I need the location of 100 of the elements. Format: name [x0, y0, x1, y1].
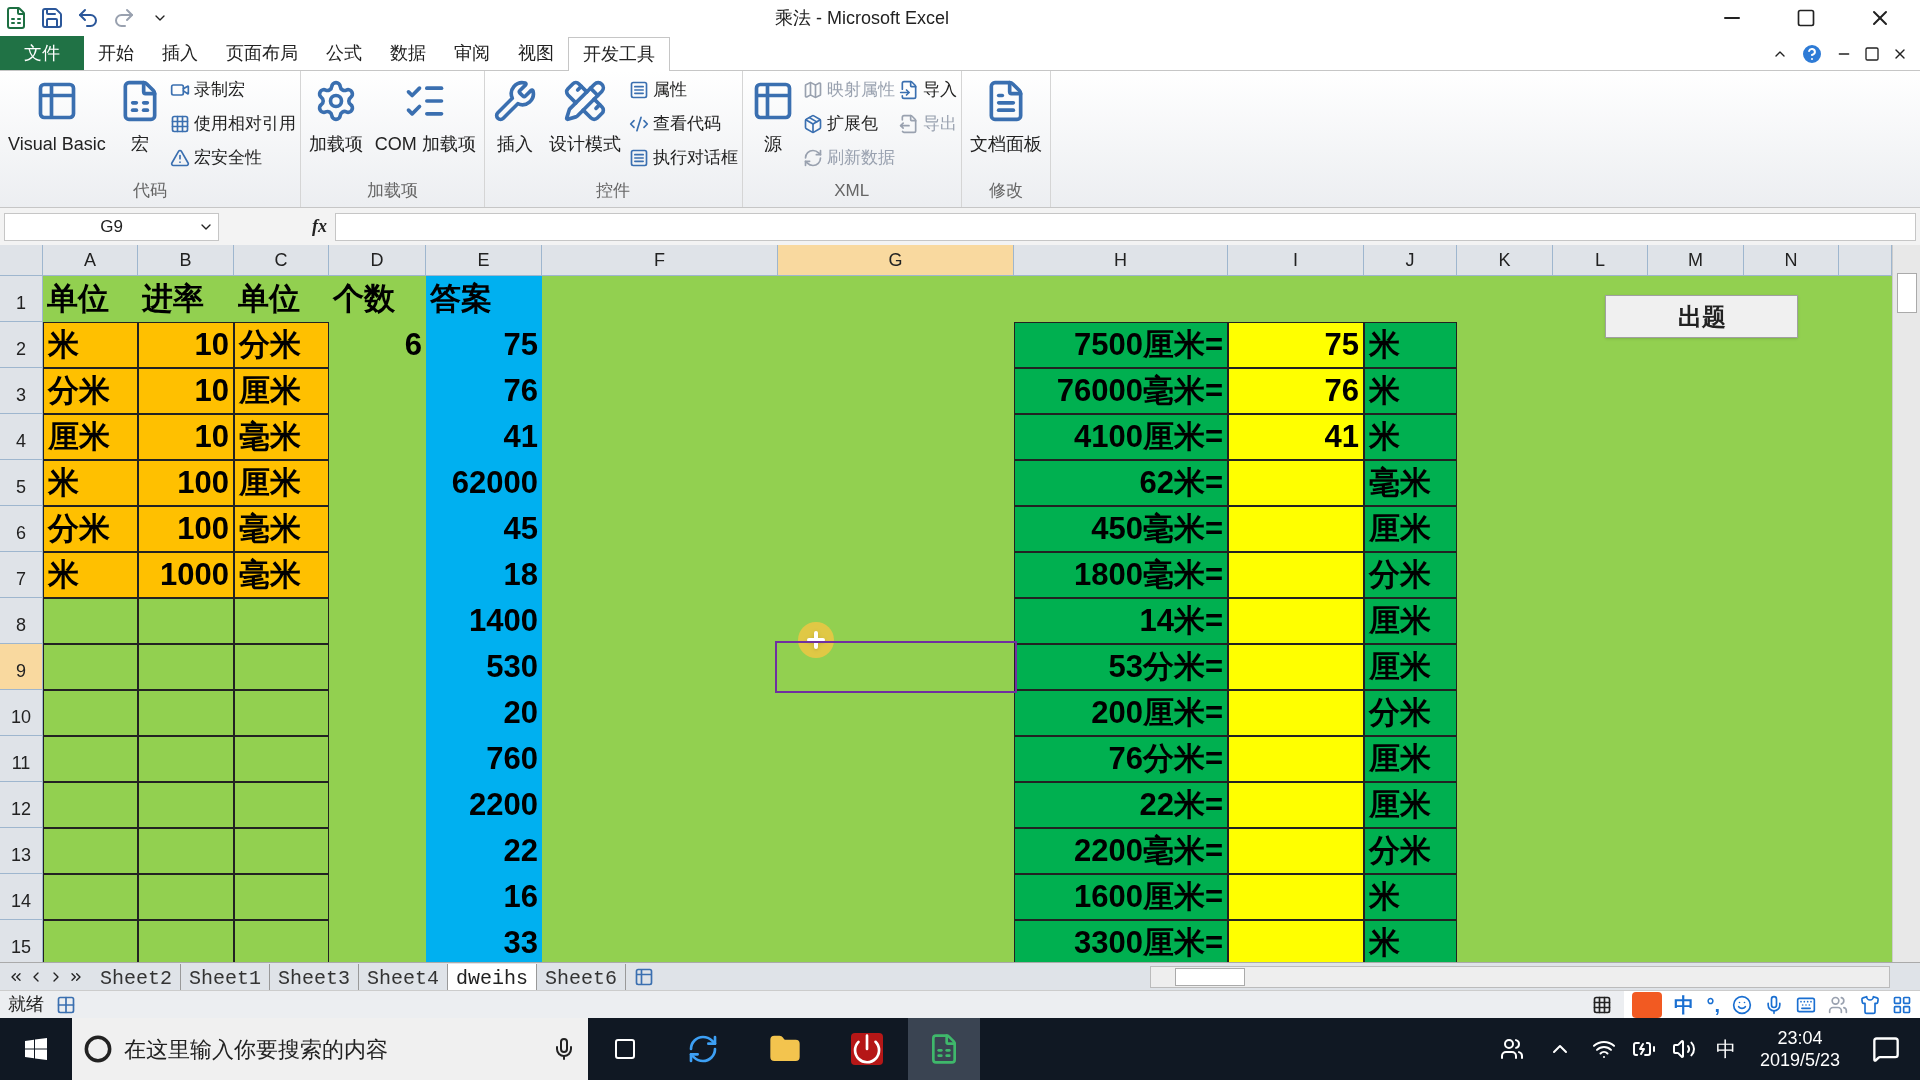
ribbon-tab[interactable]: 开发工具: [568, 37, 670, 71]
horizontal-scrollbar[interactable]: [1150, 965, 1890, 988]
column-header[interactable]: I: [1228, 245, 1364, 276]
file-tab[interactable]: 文件: [0, 36, 84, 70]
table-cell: 33: [426, 920, 542, 962]
shirt-icon[interactable]: [1860, 994, 1880, 1015]
redo-icon[interactable]: [112, 6, 136, 30]
column-header[interactable]: N: [1744, 245, 1839, 276]
ribbon-small-button[interactable]: 录制宏: [169, 75, 296, 105]
column-header[interactable]: A: [43, 245, 138, 276]
row-header[interactable]: 5: [0, 460, 43, 506]
column-header[interactable]: B: [138, 245, 234, 276]
ribbon-tab[interactable]: 公式: [312, 36, 376, 70]
column-header[interactable]: C: [234, 245, 329, 276]
selected-cell[interactable]: [778, 644, 1014, 690]
sheet-tab[interactable]: Sheet1: [181, 963, 271, 990]
table-cell: 厘米: [234, 368, 329, 414]
normal-view-icon[interactable]: [1592, 994, 1613, 1015]
ribbon-tab[interactable]: 数据: [376, 36, 440, 70]
search-field[interactable]: 在这里输入你要搜索的内容: [124, 1032, 540, 1066]
refresh-icon: [802, 148, 823, 168]
name-box[interactable]: G9: [4, 212, 219, 241]
ime-logo-icon[interactable]: [1632, 991, 1663, 1018]
sheet-tab[interactable]: Sheet6: [537, 963, 627, 990]
input-method-indicator[interactable]: 中: [1715, 1034, 1736, 1064]
ribbon-small-button[interactable]: 导入: [898, 75, 957, 105]
ribbon-button[interactable]: Visual Basic: [4, 75, 110, 158]
task-view-icon[interactable]: [613, 1037, 637, 1061]
sheet-tab[interactable]: Sheet2: [92, 963, 181, 990]
row-header[interactable]: 9: [0, 644, 43, 690]
column-header[interactable]: E: [426, 245, 542, 276]
row-header[interactable]: 12: [0, 782, 43, 828]
ribbon-tab[interactable]: 视图: [504, 36, 568, 70]
ribbon-tab[interactable]: 插入: [148, 36, 212, 70]
row-header[interactable]: 3: [0, 368, 43, 414]
fx-label[interactable]: fx: [227, 213, 327, 240]
ribbon-small-button[interactable]: 扩展包: [802, 109, 895, 139]
row-header[interactable]: 10: [0, 690, 43, 736]
restore-icon[interactable]: [1796, 8, 1816, 28]
row-header[interactable]: 13: [0, 828, 43, 874]
ribbon-tab[interactable]: 开始: [84, 36, 148, 70]
ribbon-tab[interactable]: 页面布局: [212, 36, 312, 70]
search-circle-icon[interactable]: [84, 1035, 112, 1063]
clock[interactable]: 23:04 2019/5/23: [1759, 1026, 1840, 1072]
ime-mode[interactable]: 中: [1674, 989, 1695, 1020]
user-icon[interactable]: [1828, 994, 1848, 1015]
row-header[interactable]: 2: [0, 322, 43, 368]
column-header[interactable]: H: [1014, 245, 1228, 276]
column-header[interactable]: F: [542, 245, 778, 276]
column-header[interactable]: J: [1364, 245, 1457, 276]
table-cell: 75: [1228, 322, 1364, 368]
ribbon-button[interactable]: 源: [746, 75, 799, 158]
row-header[interactable]: 7: [0, 552, 43, 598]
table-cell: 76: [1228, 368, 1364, 414]
ribbon-tab[interactable]: 审阅: [440, 36, 504, 70]
row-header[interactable]: 6: [0, 506, 43, 552]
ribbon-button[interactable]: 插入: [488, 75, 541, 158]
table-cell: 1400: [426, 598, 542, 644]
table-cell: 22: [426, 828, 542, 874]
ribbon-button[interactable]: COM 加载项: [370, 75, 480, 158]
ime-punctuation[interactable]: °,: [1706, 989, 1720, 1020]
column-header[interactable]: D: [329, 245, 426, 276]
row-header[interactable]: 1: [0, 276, 43, 322]
column-header[interactable]: L: [1553, 245, 1648, 276]
formula-input[interactable]: [335, 212, 1916, 241]
ribbon-small-button[interactable]: 执行对话框: [628, 143, 738, 173]
ribbon-button[interactable]: 设计模式: [544, 75, 625, 158]
column-header[interactable]: K: [1457, 245, 1553, 276]
sheet-tab[interactable]: Sheet3: [270, 963, 360, 990]
restore-icon[interactable]: [1864, 46, 1880, 62]
column-header[interactable]: G: [778, 245, 1014, 276]
help-icon[interactable]: [1800, 42, 1824, 66]
ribbon-button[interactable]: 加载项: [304, 75, 367, 158]
vertical-scrollbar[interactable]: [1892, 245, 1920, 962]
ribbon-button[interactable]: 宏: [113, 75, 166, 158]
sheet-tab[interactable]: dweihs: [448, 963, 538, 990]
people-icon[interactable]: [1499, 1037, 1524, 1061]
taskbar-search-box[interactable]: 在这里输入你要搜索的内容: [72, 1018, 588, 1080]
row-header[interactable]: 14: [0, 874, 43, 920]
column-header[interactable]: M: [1648, 245, 1744, 276]
power-app-icon[interactable]: [851, 1033, 883, 1065]
macro-record-icon[interactable]: [56, 994, 76, 1015]
row-header[interactable]: 15: [0, 920, 43, 962]
ribbon-small-button[interactable]: 宏安全性: [169, 143, 296, 173]
row-header[interactable]: 8: [0, 598, 43, 644]
notification-icon[interactable]: [1872, 1035, 1900, 1063]
new-sheet-icon[interactable]: [634, 966, 655, 987]
group-label: XML: [833, 179, 871, 202]
ribbon-small-button[interactable]: 查看代码: [628, 109, 738, 139]
ribbon-small-button[interactable]: 属性: [628, 75, 738, 105]
ribbon-button[interactable]: 文档面板: [965, 75, 1046, 158]
grid-icon[interactable]: [1892, 994, 1912, 1015]
smile-icon[interactable]: [1732, 994, 1752, 1015]
question-button[interactable]: 出题: [1605, 295, 1798, 338]
volume-icon[interactable]: [1671, 1037, 1696, 1061]
undo-icon[interactable]: [76, 6, 100, 30]
row-header[interactable]: 4: [0, 414, 43, 460]
row-header[interactable]: 11: [0, 736, 43, 782]
ribbon-small-button[interactable]: 使用相对引用: [169, 109, 296, 139]
save-icon[interactable]: [40, 6, 64, 30]
